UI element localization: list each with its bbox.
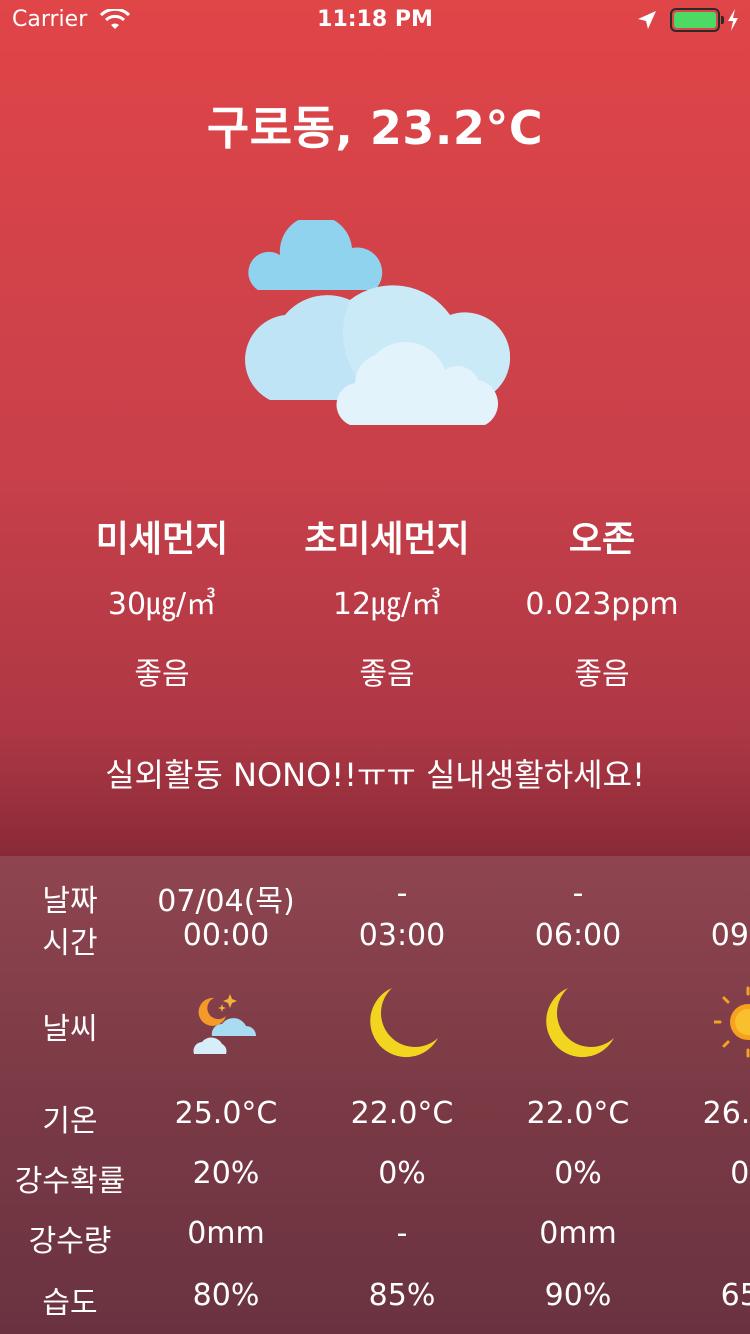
air-quality-name: 초미세먼지 [304, 519, 470, 560]
forecast-date: - [666, 876, 750, 911]
air-quality-value: 30㎍/㎥ [107, 587, 217, 622]
forecast-date: 07/04(목) [157, 884, 295, 919]
forecast-precip-amount: 0mm [539, 1216, 617, 1251]
air-quality-grade: 좋음 [359, 657, 415, 692]
forecast-humidity: 65% [720, 1278, 750, 1313]
air-quality-name: 오존 [568, 519, 636, 560]
row-label-humidity: 습도 [42, 1286, 98, 1321]
row-label-precip-prob: 강수확률 [14, 1164, 126, 1199]
moon-cloud-icon [186, 986, 266, 1066]
row-label-precip-amount: 강수량 [28, 1224, 112, 1259]
forecast-temp: 22.0°C [526, 1096, 630, 1131]
forecast-precip-prob: 20% [192, 1156, 260, 1191]
location-temperature-title: 구로동, 23.2°C [206, 101, 544, 155]
forecast-time: 09:00 [710, 918, 750, 953]
charging-bolt-icon [726, 8, 740, 38]
forecast-precip-prob: 0% [554, 1156, 602, 1191]
air-quality-grade: 좋음 [574, 657, 630, 692]
row-label-time: 시간 [42, 926, 98, 961]
forecast-humidity: 85% [368, 1278, 436, 1313]
status-bar: Carrier 11:18 PM [0, 0, 750, 40]
forecast-time: 00:00 [182, 918, 270, 953]
air-quality-name: 미세먼지 [95, 519, 229, 560]
row-label-weather: 날씨 [42, 1012, 98, 1047]
forecast-precip-amount: - [666, 1216, 750, 1251]
location-arrow-icon [636, 9, 658, 37]
forecast-temp: 25.0°C [174, 1096, 278, 1131]
forecast-precip-amount: - [396, 1216, 408, 1251]
row-label-temp: 기온 [42, 1104, 98, 1139]
forecast-precip-prob: 0% [730, 1156, 750, 1191]
forecast-date: - [572, 876, 584, 911]
forecast-humidity: 90% [544, 1278, 612, 1313]
forecast-precip-prob: 0% [378, 1156, 426, 1191]
forecast-temp: 22.0°C [350, 1096, 454, 1131]
air-quality-pm25: 초미세먼지 12㎍/㎥ 좋음 [267, 515, 507, 695]
forecast-temp: 26.0°C [702, 1096, 750, 1131]
air-quality-pm10: 미세먼지 30㎍/㎥ 좋음 [42, 515, 282, 695]
forecast-date: - [396, 876, 408, 911]
air-quality-value: 12㎍/㎥ [332, 587, 442, 622]
crescent-moon-icon [362, 984, 442, 1064]
row-label-date: 날짜 [42, 884, 98, 919]
crescent-moon-icon [538, 984, 618, 1064]
air-quality-value: 0.023ppm [525, 587, 679, 622]
forecast-humidity: 80% [192, 1278, 260, 1313]
sun-icon [712, 986, 750, 1066]
forecast-time: 06:00 [534, 918, 622, 953]
advice-text: 실외활동 NONO!!ㅠㅠ 실내생활하세요! [105, 756, 645, 794]
forecast-precip-amount: 0mm [187, 1216, 265, 1251]
forecast-time: 03:00 [358, 918, 446, 953]
battery-icon [670, 8, 724, 32]
air-quality-ozone: 오존 0.023ppm 좋음 [482, 515, 722, 695]
cloudy-weather-icon [240, 215, 511, 435]
air-quality-grade: 좋음 [134, 657, 190, 692]
forecast-panel[interactable]: 날짜 시간 날씨 기온 강수확률 강수량 습도 07/04(목) 00:00 2… [0, 856, 750, 1334]
